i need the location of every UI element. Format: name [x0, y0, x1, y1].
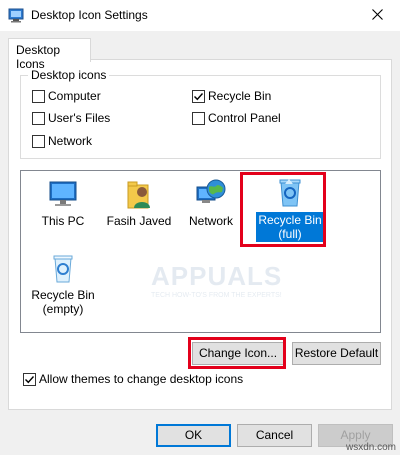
- icon-label: Recycle Bin: [258, 213, 322, 227]
- ok-button[interactable]: OK: [156, 424, 231, 447]
- this-pc-icon: [49, 181, 77, 206]
- checkbox-allow-themes[interactable]: Allow themes to change desktop icons: [23, 372, 243, 386]
- icon-item-recycle-bin-empty[interactable]: Recycle Bin (empty): [25, 251, 101, 316]
- icon-label: (full): [278, 227, 302, 241]
- icon-item-user-folder[interactable]: Fasih Javed: [101, 177, 177, 228]
- checkbox-box[interactable]: [32, 134, 45, 148]
- restore-default-button[interactable]: Restore Default: [292, 342, 381, 365]
- icon-label: Network: [188, 214, 233, 228]
- checkbox-users-files[interactable]: User's Files: [32, 111, 110, 125]
- checkbox-control-panel[interactable]: Control Panel: [192, 111, 281, 125]
- checkbox-computer[interactable]: Computer: [32, 89, 101, 103]
- appuals-watermark: APPUALS TECH HOW-TO'S FROM THE EXPERTS!: [151, 261, 283, 299]
- cancel-button[interactable]: Cancel: [237, 424, 312, 447]
- close-icon: [371, 8, 383, 23]
- checkbox-label: Computer: [48, 89, 101, 103]
- recycle-bin-full-icon: [279, 179, 301, 207]
- checkbox-box-checked[interactable]: [23, 372, 36, 386]
- checkbox-network[interactable]: Network: [32, 134, 92, 148]
- recycle-bin-empty-icon: [53, 255, 73, 283]
- checkbox-recycle-bin[interactable]: Recycle Bin: [192, 89, 271, 103]
- checkbox-label: User's Files: [48, 111, 111, 125]
- icon-list[interactable]: APPUALS TECH HOW-TO'S FROM THE EXPERTS! …: [20, 170, 381, 333]
- checkbox-label: Allow themes to change desktop icons: [39, 372, 244, 386]
- icon-label: Recycle Bin (empty): [31, 288, 95, 316]
- window-title: Desktop Icon Settings: [31, 8, 148, 22]
- checkbox-box[interactable]: [32, 89, 45, 103]
- tab-desktop-icons[interactable]: Desktop Icons: [8, 38, 91, 71]
- user-folder-icon: [127, 181, 150, 209]
- network-globe-icon: [196, 179, 226, 203]
- title-bar: Desktop Icon Settings: [0, 0, 400, 31]
- checkmark-icon: [25, 375, 35, 383]
- site-watermark: wsxdn.com: [345, 442, 396, 453]
- change-icon-button[interactable]: Change Icon...: [192, 342, 284, 365]
- checkbox-box-checked[interactable]: [192, 89, 205, 103]
- desktop-icons-group: Desktop icons Computer Recycle Bin User'…: [20, 68, 381, 159]
- icon-label: Fasih Javed: [106, 214, 172, 228]
- checkbox-label: Control Panel: [208, 111, 281, 125]
- checkbox-label: Network: [48, 134, 93, 148]
- tab-strip: Desktop Icons: [0, 31, 400, 71]
- icon-item-network[interactable]: Network: [173, 177, 249, 228]
- desktop-settings-icon: [8, 7, 24, 23]
- close-button[interactable]: [354, 0, 400, 31]
- checkbox-label: Recycle Bin: [208, 89, 272, 103]
- icon-item-this-pc[interactable]: This PC: [25, 177, 101, 228]
- selected-label: Recycle Bin (full): [256, 212, 324, 242]
- icon-label: This PC: [41, 214, 85, 228]
- checkmark-icon: [194, 92, 204, 100]
- checkbox-box[interactable]: [32, 111, 45, 125]
- checkbox-box[interactable]: [192, 111, 205, 125]
- icon-item-recycle-bin-full[interactable]: Recycle Bin (full): [252, 175, 328, 242]
- tab-panel: Desktop icons Computer Recycle Bin User'…: [8, 59, 392, 410]
